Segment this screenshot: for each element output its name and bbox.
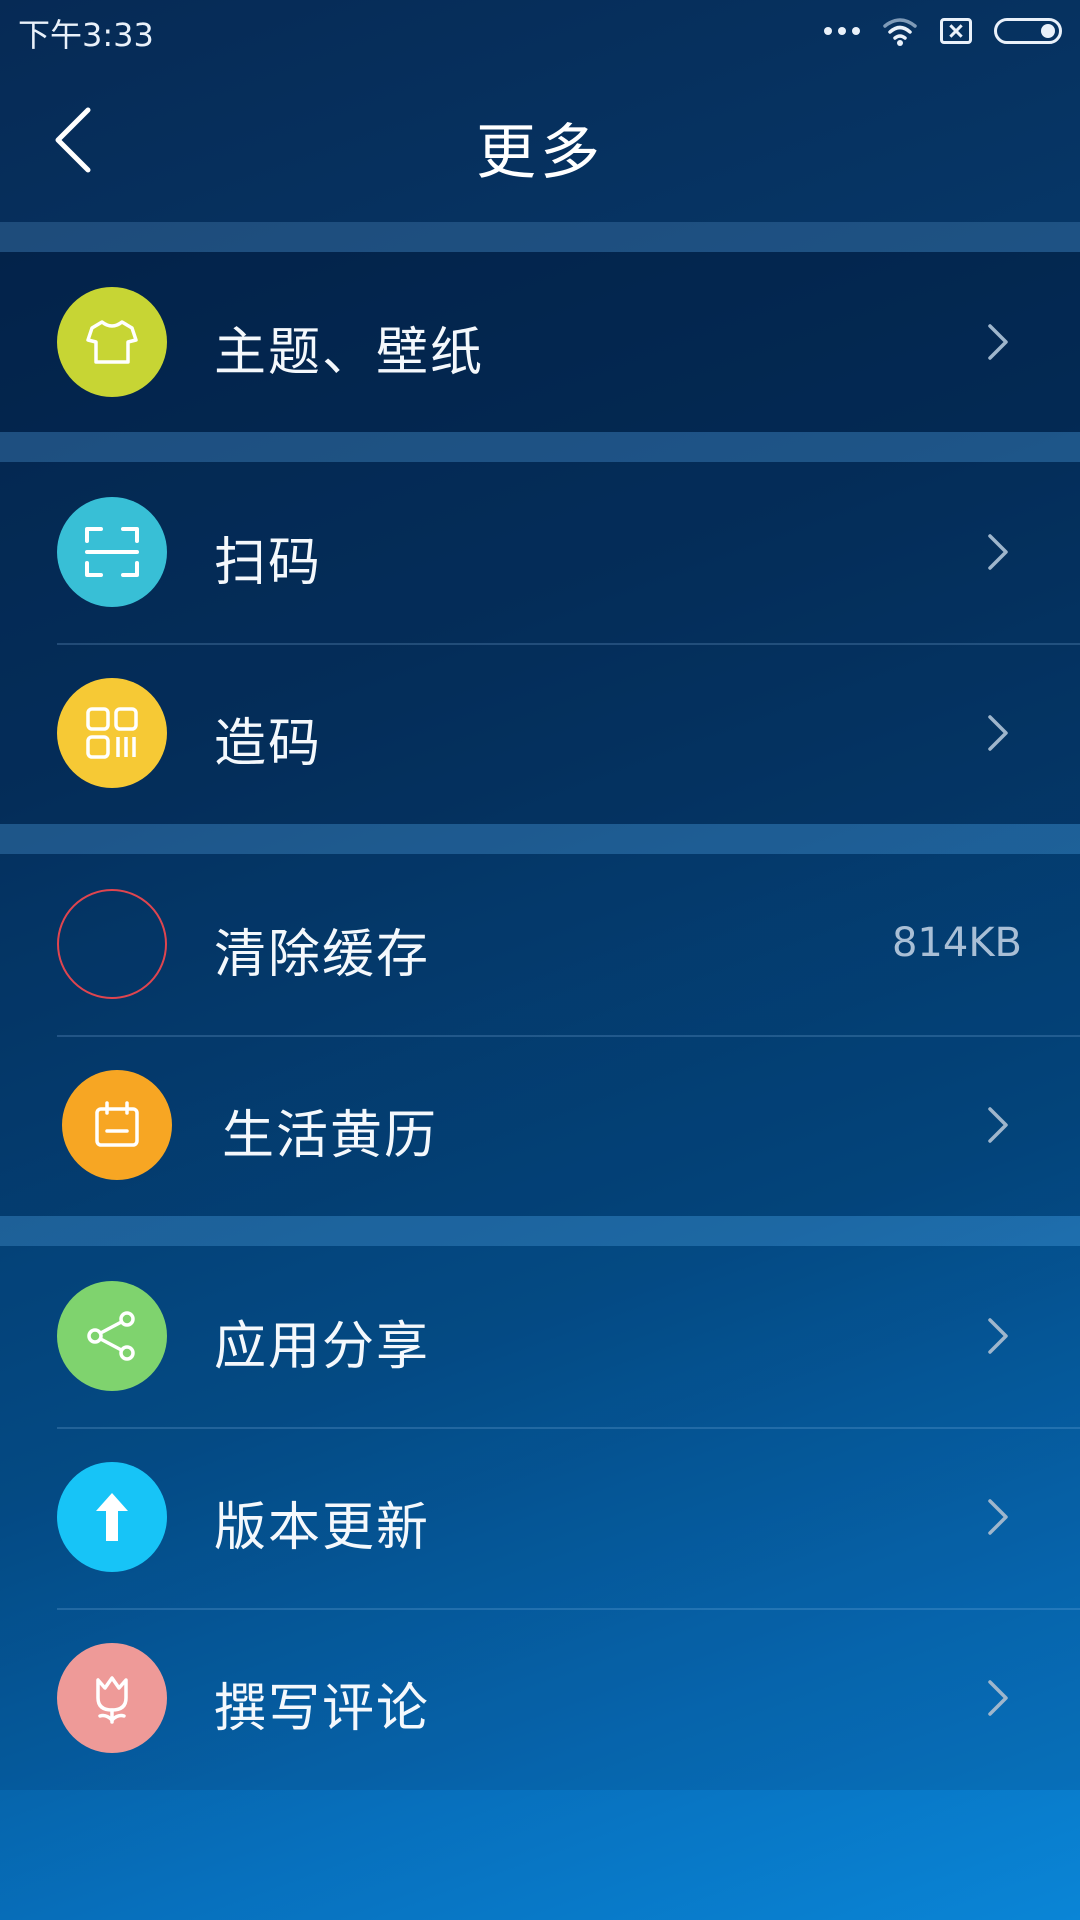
menu-group-app: 应用分享 版本更新 撰写评论	[0, 1246, 1080, 1790]
section-gap	[0, 222, 1080, 252]
wifi-icon	[883, 18, 917, 46]
chevron-right-icon	[988, 324, 1008, 360]
menu-item-theme-wallpaper[interactable]: 主题、壁纸	[0, 252, 1080, 433]
status-icons	[824, 14, 1062, 48]
arrow-up-icon	[57, 1462, 167, 1572]
chevron-right-icon	[988, 1499, 1008, 1535]
no-sim-icon	[940, 18, 972, 44]
chevron-right-icon	[988, 715, 1008, 751]
menu-group-personalize: 主题、壁纸	[0, 252, 1080, 432]
loading-ring-icon	[57, 889, 167, 999]
menu-item-label: 主题、壁纸	[214, 323, 485, 383]
battery-icon	[994, 18, 1062, 44]
menu-item-label: 撰写评论	[214, 1679, 431, 1739]
status-bar: 下午3:33	[0, 0, 1080, 60]
chevron-right-icon	[988, 534, 1008, 570]
menu-item-share-app[interactable]: 应用分享	[0, 1246, 1080, 1427]
menu-item-label: 应用分享	[214, 1317, 431, 1377]
menu-item-almanac[interactable]: 生活黄历	[0, 1035, 1080, 1216]
menu-item-label: 生活黄历	[222, 1106, 439, 1166]
menu-item-label: 扫码	[214, 533, 323, 593]
status-time: 下午3:33	[18, 16, 154, 54]
cache-size-value: 814KB	[891, 920, 1022, 966]
scan-icon	[57, 497, 167, 607]
more-dots-icon	[824, 27, 860, 35]
tshirt-icon	[57, 287, 167, 397]
qrcode-icon	[57, 678, 167, 788]
menu-item-clear-cache[interactable]: 清除缓存 814KB	[0, 854, 1080, 1035]
section-gap	[0, 432, 1080, 462]
menu-item-write-review[interactable]: 撰写评论	[0, 1608, 1080, 1789]
menu-group-tools: 清除缓存 814KB 生活黄历	[0, 854, 1080, 1216]
menu-item-label: 版本更新	[214, 1498, 431, 1558]
menu-group-codes: 扫码 造码	[0, 462, 1080, 824]
menu-item-scan[interactable]: 扫码	[0, 462, 1080, 643]
chevron-right-icon	[988, 1318, 1008, 1354]
menu-item-create-code[interactable]: 造码	[0, 643, 1080, 824]
flower-icon	[57, 1643, 167, 1753]
section-gap	[0, 824, 1080, 854]
share-icon	[57, 1281, 167, 1391]
calendar-icon	[62, 1070, 172, 1180]
menu-item-label: 造码	[214, 714, 323, 774]
page-title: 更多	[476, 118, 604, 188]
section-gap	[0, 1216, 1080, 1246]
menu-item-version-update[interactable]: 版本更新	[0, 1427, 1080, 1608]
menu-item-label: 清除缓存	[214, 925, 431, 985]
header: 更多	[0, 60, 1080, 222]
chevron-right-icon	[988, 1680, 1008, 1716]
chevron-right-icon	[988, 1107, 1008, 1143]
